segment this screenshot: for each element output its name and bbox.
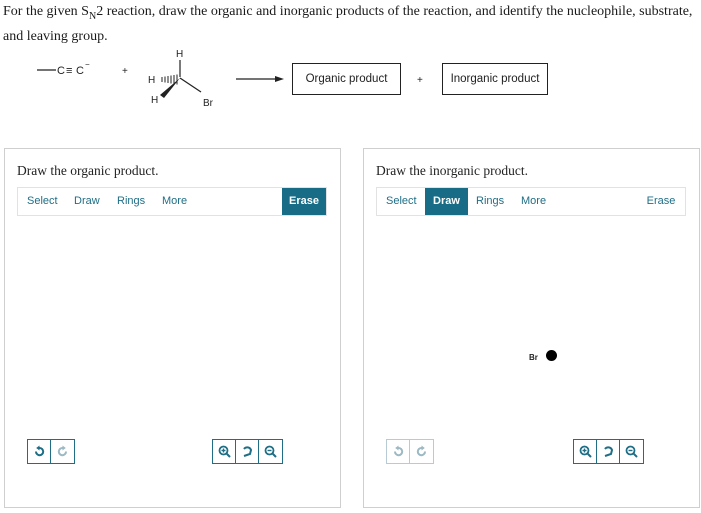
organic-product-box: Organic product bbox=[292, 63, 401, 95]
prompt-text-start: For the given S bbox=[3, 4, 89, 19]
drawing-canvas[interactable]: Br bbox=[376, 219, 686, 434]
tool-select[interactable]: Select bbox=[383, 188, 420, 215]
tool-rings[interactable]: Rings bbox=[473, 188, 507, 215]
substrate-h-bottom: H bbox=[151, 95, 158, 106]
zoom-in-icon[interactable] bbox=[574, 440, 597, 463]
plus-sign-2: + bbox=[417, 75, 423, 86]
tool-more[interactable]: More bbox=[159, 188, 190, 215]
tool-draw[interactable]: Draw bbox=[425, 188, 468, 215]
redo-icon[interactable] bbox=[51, 440, 74, 463]
undo-icon[interactable] bbox=[28, 440, 51, 463]
undo-icon[interactable] bbox=[387, 440, 410, 463]
tool-rings[interactable]: Rings bbox=[114, 188, 148, 215]
panel-title: Draw the organic product. bbox=[17, 163, 159, 178]
redo-icon[interactable] bbox=[410, 440, 433, 463]
inorganic-product-box: Inorganic product bbox=[442, 63, 548, 95]
bromine-atom-label[interactable]: Br bbox=[529, 353, 538, 362]
zoom-out-icon[interactable] bbox=[259, 440, 282, 463]
undo-redo-group bbox=[386, 439, 434, 464]
undo-redo-group bbox=[27, 439, 75, 464]
zoom-in-icon[interactable] bbox=[213, 440, 236, 463]
erase-button[interactable]: Erase bbox=[639, 188, 683, 215]
drawing-canvas[interactable] bbox=[17, 219, 327, 434]
reset-view-icon[interactable] bbox=[236, 440, 259, 463]
tool-draw[interactable]: Draw bbox=[71, 188, 103, 215]
drawing-toolbar: Select Draw Rings More Erase bbox=[17, 187, 327, 216]
nucleophile-carbon-2: C bbox=[76, 65, 84, 77]
tool-more[interactable]: More bbox=[518, 188, 549, 215]
zoom-controls-group bbox=[212, 439, 283, 464]
triple-bond: ≡ bbox=[66, 65, 72, 77]
lone-electron-dot bbox=[546, 350, 557, 361]
substrate-br: Br bbox=[203, 98, 214, 109]
solid-wedge-bond bbox=[160, 78, 180, 98]
zoom-out-icon[interactable] bbox=[620, 440, 643, 463]
organic-product-panel: Draw the organic product. Select Draw Ri… bbox=[4, 148, 341, 508]
reset-view-icon[interactable] bbox=[597, 440, 620, 463]
erase-button[interactable]: Erase bbox=[282, 188, 326, 215]
plus-sign-1: + bbox=[122, 66, 128, 77]
c-br-bond bbox=[179, 77, 202, 93]
inorganic-product-panel: Draw the inorganic product. Select Draw … bbox=[363, 148, 700, 508]
reaction-arrow-head bbox=[275, 76, 284, 82]
zoom-controls-group bbox=[573, 439, 644, 464]
panel-title: Draw the inorganic product. bbox=[376, 163, 528, 178]
nucleophile-carbon-1: C bbox=[57, 65, 65, 77]
tool-select[interactable]: Select bbox=[24, 188, 61, 215]
prompt-text-end: 2 reaction, draw the organic and inorgan… bbox=[3, 4, 693, 44]
drawing-toolbar: Select Draw Rings More Erase bbox=[376, 187, 686, 216]
substrate-h-top: H bbox=[176, 49, 183, 60]
negative-charge: − bbox=[85, 60, 90, 69]
reaction-scheme: C ≡ C − + H H H Br + Organic product Ino… bbox=[0, 40, 701, 120]
substrate-h-left: H bbox=[148, 75, 155, 86]
